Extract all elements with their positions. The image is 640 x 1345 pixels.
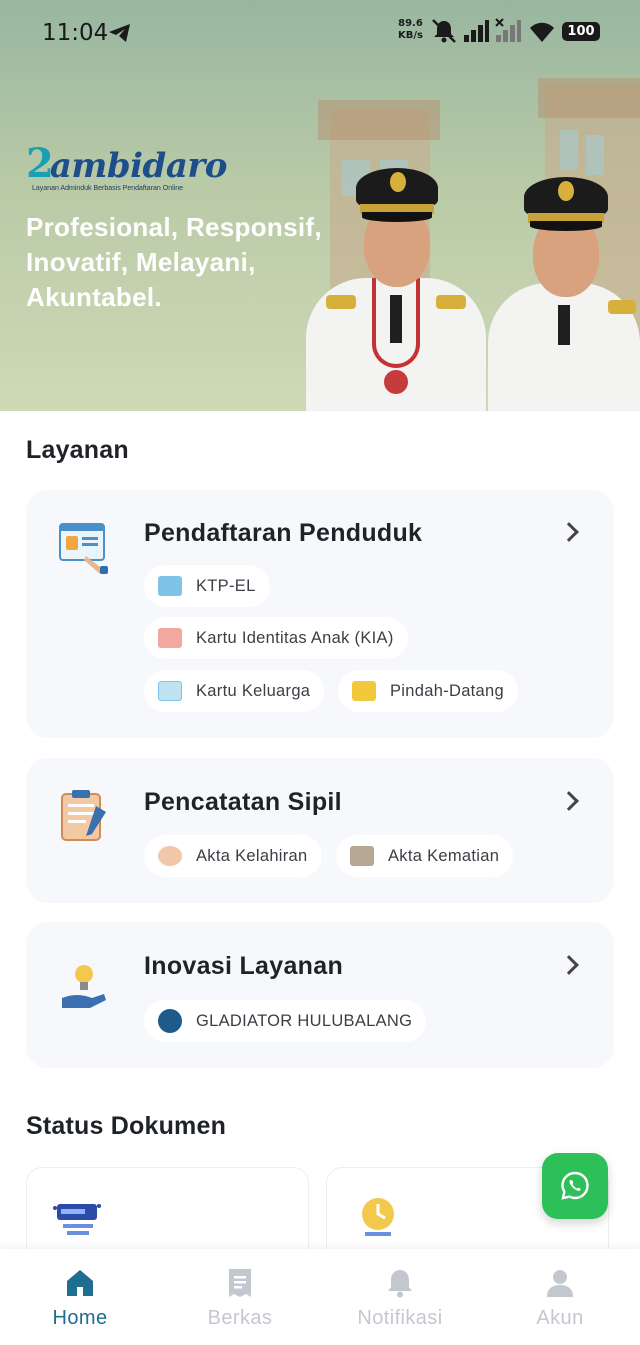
nav-label: Notifikasi xyxy=(357,1307,443,1329)
nav-label: Home xyxy=(52,1307,108,1329)
grave-icon xyxy=(350,846,374,866)
chip-label: Kartu Keluarga xyxy=(196,681,311,700)
building-window xyxy=(586,135,604,175)
chip-label: KTP-EL xyxy=(196,576,256,595)
chip-label: Akta Kematian xyxy=(388,846,500,865)
registration-form-icon xyxy=(59,523,108,574)
document-icon xyxy=(229,1269,251,1297)
chip-ktp-el[interactable]: KTP-EL xyxy=(144,565,270,607)
chevron-right-icon[interactable] xyxy=(559,955,579,975)
chip-label: Pindah-Datang xyxy=(390,681,504,700)
card-title: Pendaftaran Penduduk xyxy=(144,519,423,547)
home-icon xyxy=(67,1270,93,1296)
hero-tagline: Profesional, Responsif, Inovatif, Melaya… xyxy=(26,212,322,312)
layanan-heading: Layanan xyxy=(26,436,129,464)
envelope-icon xyxy=(352,681,376,701)
clipboard-icon xyxy=(61,790,106,841)
ambidaro-logo: 2ambidaro Layanan Adminduk Berbasis Pend… xyxy=(26,140,227,192)
signal-icon xyxy=(464,20,489,42)
service-card-pendaftaran-penduduk[interactable]: Pendaftaran Penduduk KTP-EL Kartu Identi… xyxy=(26,490,614,738)
official-portrait-left xyxy=(306,160,486,411)
whatsapp-fab[interactable] xyxy=(542,1153,608,1219)
chevron-right-icon[interactable] xyxy=(559,522,579,542)
building-window xyxy=(560,130,578,170)
nav-label: Akun xyxy=(536,1307,584,1329)
hero-banner: 11:04 89.6 KB/s 100 2ambidaro Layanan Ad… xyxy=(0,0,640,411)
chip-label: GLADIATOR HULUBALANG xyxy=(196,1011,413,1030)
card-title: Pencatatan Sipil xyxy=(144,788,342,816)
chip-label: Kartu Identitas Anak (KIA) xyxy=(196,628,394,647)
nav-label: Berkas xyxy=(207,1307,273,1329)
building-roof xyxy=(318,100,440,140)
bottom-navigation: Home Berkas Notifikasi Akun xyxy=(0,1249,640,1345)
telegram-icon xyxy=(109,24,130,42)
mute-icon xyxy=(432,19,456,43)
net-speed: 89.6 KB/s xyxy=(398,18,423,42)
net-speed-value: 89.6 xyxy=(398,18,423,29)
service-card-pencatatan-sipil[interactable]: Pencatatan Sipil Akta Kelahiran Akta Kem… xyxy=(26,758,614,903)
chevron-right-icon[interactable] xyxy=(559,791,579,811)
chip-kia[interactable]: Kartu Identitas Anak (KIA) xyxy=(144,617,408,659)
pending-clock-icon xyxy=(362,1198,394,1236)
baby-icon xyxy=(158,846,182,866)
nav-akun[interactable]: Akun xyxy=(480,1249,640,1345)
chip-label: Akta Kelahiran xyxy=(196,846,308,865)
service-card-inovasi-layanan[interactable]: Inovasi Layanan GLADIATOR HULUBALANG xyxy=(26,922,614,1068)
whatsapp-icon xyxy=(561,1171,589,1200)
nav-berkas[interactable]: Berkas xyxy=(160,1249,320,1345)
chip-gladiator-hulubalang[interactable]: GLADIATOR HULUBALANG xyxy=(144,1000,427,1042)
battery-indicator: 100 xyxy=(562,22,600,41)
building-roof xyxy=(538,78,640,118)
net-speed-unit: KB/s xyxy=(398,30,423,41)
wifi-icon xyxy=(530,22,554,42)
chip-pindah-datang[interactable]: Pindah-Datang xyxy=(338,670,518,712)
family-card-icon xyxy=(158,681,182,701)
gladiator-emblem-icon xyxy=(158,1009,182,1033)
logo-text: ambidaro xyxy=(49,146,228,186)
nav-notifikasi[interactable]: Notifikasi xyxy=(320,1249,480,1345)
chip-akta-kelahiran[interactable]: Akta Kelahiran xyxy=(144,835,322,877)
user-icon xyxy=(547,1270,573,1297)
status-dokumen-heading: Status Dokumen xyxy=(26,1112,227,1140)
child-id-card-icon xyxy=(158,628,182,648)
checking-icon xyxy=(53,1204,101,1235)
id-card-icon xyxy=(158,576,182,596)
status-time: 11:04 xyxy=(42,20,109,46)
signal-no-service-icon xyxy=(495,18,521,42)
status-bar: 11:04 89.6 KB/s 100 xyxy=(0,0,640,64)
official-portrait-right xyxy=(488,175,640,411)
chip-kartu-keluarga[interactable]: Kartu Keluarga xyxy=(144,670,325,712)
card-title: Inovasi Layanan xyxy=(144,952,344,980)
bell-icon xyxy=(388,1270,412,1298)
chip-akta-kematian[interactable]: Akta Kematian xyxy=(336,835,514,877)
idea-hand-icon xyxy=(62,965,106,1008)
nav-home[interactable]: Home xyxy=(0,1249,160,1345)
